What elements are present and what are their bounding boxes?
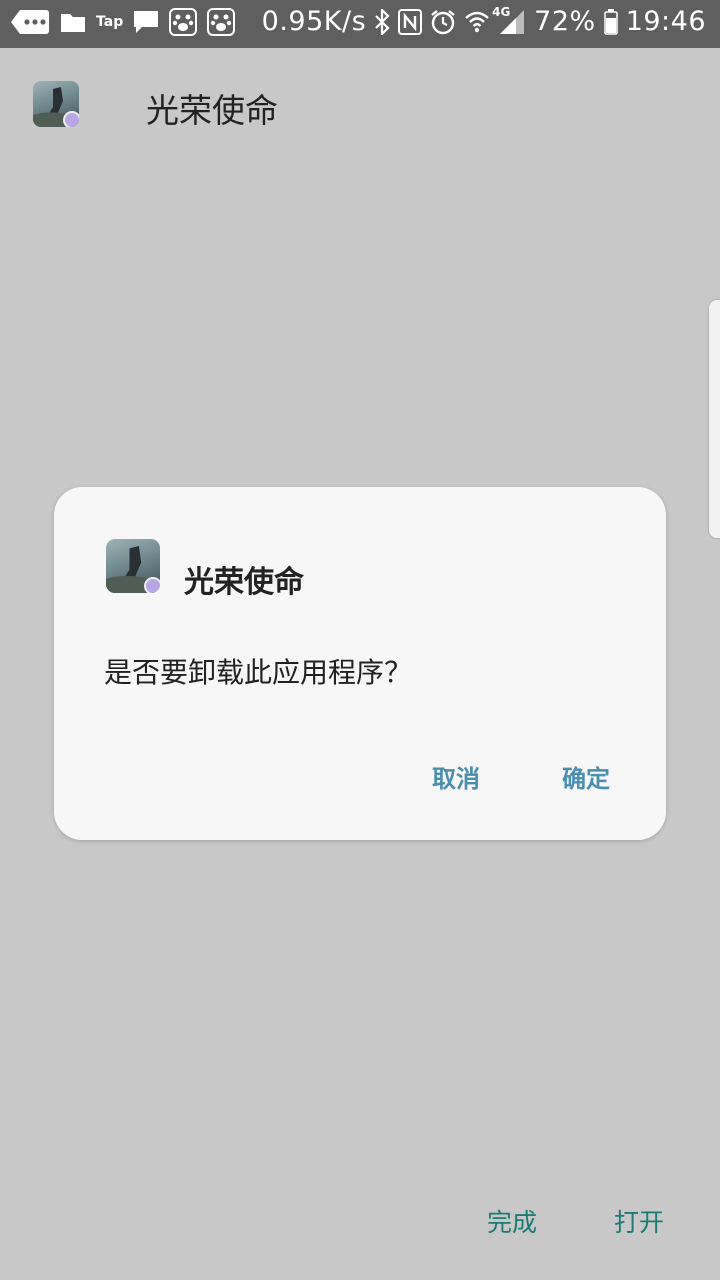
confirm-button[interactable]: 确定 bbox=[562, 759, 610, 794]
battery-icon bbox=[603, 8, 618, 35]
baidu-icon bbox=[169, 8, 198, 36]
more-icon bbox=[10, 7, 50, 37]
app-title: 光荣使命 bbox=[146, 91, 278, 130]
net-speed: 0.95K/s bbox=[261, 6, 367, 37]
battery-percent: 72% bbox=[534, 6, 596, 37]
clock: 19:46 bbox=[625, 6, 706, 37]
bluetooth-icon bbox=[374, 8, 390, 35]
baidu-icon-2 bbox=[207, 8, 236, 36]
edge-panel-handle[interactable] bbox=[709, 300, 720, 538]
wifi-icon bbox=[464, 9, 490, 35]
app-header: 光荣使命 bbox=[0, 48, 720, 168]
open-button[interactable]: 打开 bbox=[614, 1203, 664, 1239]
cancel-button[interactable]: 取消 bbox=[432, 759, 480, 794]
uninstall-dialog: 光荣使命 是否要卸载此应用程序？ 取消 确定 bbox=[54, 487, 666, 840]
folder-icon bbox=[60, 11, 86, 33]
message-icon bbox=[133, 10, 159, 34]
nfc-icon bbox=[398, 8, 423, 35]
network-type: 4G bbox=[492, 4, 511, 19]
taptap-icon: Tap bbox=[96, 14, 124, 30]
status-bar: Tap 0.95K/s 4G 72% 19:46 bbox=[0, 0, 720, 48]
dialog-message: 是否要卸载此应用程序？ bbox=[104, 656, 413, 689]
signal-icon: 4G bbox=[492, 5, 526, 35]
done-button[interactable]: 完成 bbox=[487, 1203, 537, 1239]
dialog-app-icon bbox=[106, 539, 160, 593]
dialog-title: 光荣使命 bbox=[184, 565, 304, 600]
app-icon bbox=[33, 81, 79, 127]
alarm-icon bbox=[430, 9, 456, 35]
